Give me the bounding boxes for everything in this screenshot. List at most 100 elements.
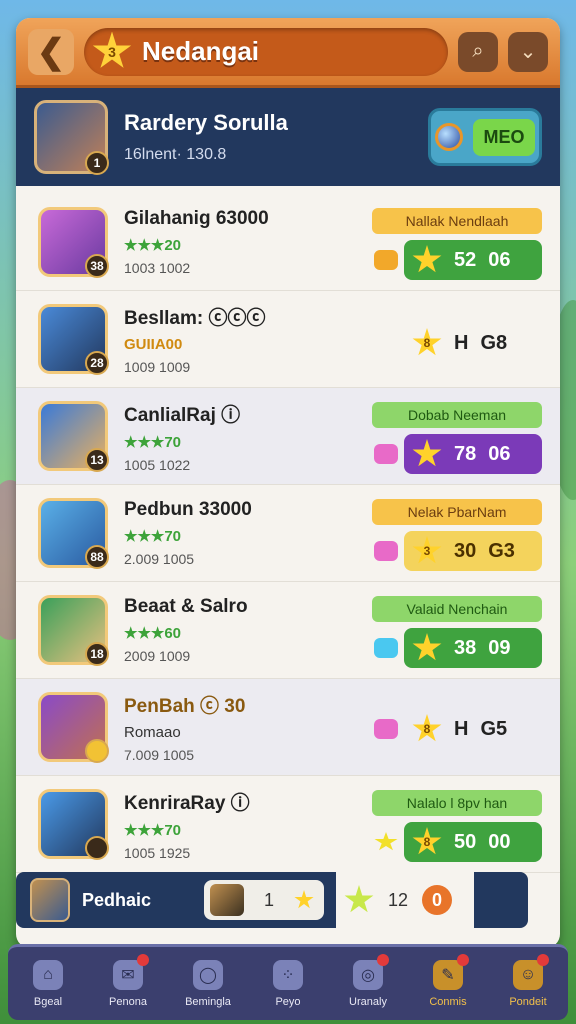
star-icon	[344, 885, 374, 913]
nav-label: Penona	[109, 995, 147, 1008]
player-name: Beaat & Salro	[124, 596, 248, 617]
level-badge	[85, 836, 109, 860]
target-icon: ◎	[353, 953, 389, 990]
avatar	[210, 884, 244, 916]
star-icon	[412, 633, 442, 661]
star-gem-icon	[374, 832, 398, 851]
player-hero-card[interactable]: 1 Rardery Sorulla 16lnent· 130.8 MEO	[16, 88, 560, 186]
stats: 1003 1002	[124, 260, 191, 276]
level-badge: 13	[85, 448, 109, 472]
player-name: Rardery Sorulla	[124, 110, 288, 135]
title-banner: 3 Nedangai	[84, 27, 448, 76]
avatar	[30, 878, 70, 922]
star-icon	[412, 245, 442, 273]
stats: 1005 1022	[124, 456, 191, 473]
list-item[interactable]: 28 Besllam: ⓒⓒⓒ GUIIA00 1009 1009 8 H G8	[16, 291, 560, 388]
gem-icon	[374, 250, 398, 270]
nav-item-home[interactable]: ⌂ Bgeal	[13, 959, 83, 1008]
list-item[interactable]: 13 CanlialRaj ⓘ ★★★70 1005 1022 Dobab Ne…	[16, 388, 560, 485]
chat-icon: ✎	[433, 953, 469, 990]
player-name: Pedhaic	[82, 889, 152, 910]
nav-item-play[interactable]: ⁘ Peyo	[253, 959, 323, 1008]
nav-label: Pondeit	[509, 995, 547, 1008]
rating: ★★★70	[124, 821, 182, 839]
current-player-row[interactable]: Pedhaic 1 12 0	[16, 872, 528, 928]
score-box: 12 0	[336, 872, 474, 928]
heart-icon	[374, 444, 398, 464]
chevron-down-icon: ⌄	[519, 41, 537, 63]
gem-icon	[374, 638, 398, 658]
star-label: 8	[423, 835, 431, 849]
avatar: 18	[38, 595, 109, 666]
stats: 2009 1009	[124, 648, 191, 664]
list-item[interactable]: KenriraRay ⓘ ★★★70 1005 1925 Nalalo l 8p…	[16, 776, 560, 873]
status-badge: Nalalo l 8pv han	[372, 790, 542, 816]
score-box: 8 H G8	[404, 323, 542, 363]
stats: 2.009 1005	[124, 551, 195, 567]
header-bar: ❮ 3 Nedangai ⌕ ⌄	[16, 18, 560, 88]
score-value: 12	[388, 889, 409, 910]
reward-button[interactable]: MEO	[428, 108, 542, 166]
dropdown-button[interactable]: ⌄	[508, 31, 548, 72]
list-item[interactable]: PenBah ⓒ 30 Romaao 7.009 1005 8 H G5	[16, 679, 560, 776]
nav-item-profile[interactable]: ☺ Pondeit	[493, 953, 563, 1008]
rating: ★★★70	[124, 433, 182, 451]
back-button[interactable]: ❮	[28, 28, 74, 75]
star-icon: 3	[412, 536, 442, 564]
star-icon: 8	[412, 827, 442, 855]
level-badge	[85, 739, 109, 763]
score-value: H	[454, 331, 469, 354]
player-name: Besllam: ⓒⓒⓒ	[124, 308, 266, 329]
nav-item-community[interactable]: ✎ Conmis	[413, 953, 483, 1008]
notification-dot	[377, 953, 389, 966]
stats: 1005 1925	[124, 844, 191, 861]
rating: Romaao	[124, 724, 181, 741]
star-label: 8	[423, 336, 431, 350]
mail-icon: ✉	[113, 953, 149, 990]
stats: 7.009 1005	[124, 747, 195, 763]
heart-icon	[374, 719, 398, 739]
score-secondary: G8	[480, 331, 508, 354]
score-value: 78	[454, 442, 477, 465]
heart-icon	[374, 541, 398, 561]
avatar: 1	[34, 100, 109, 175]
avatar: 88	[38, 498, 109, 569]
rating: ★★★20	[124, 237, 182, 254]
page-title: Nedangai	[142, 36, 260, 66]
nav-label: Conmis	[429, 995, 467, 1008]
nav-item-analytics[interactable]: ◎ Uranaly	[333, 953, 403, 1008]
score-secondary: G3	[488, 539, 515, 562]
status-badge: Nelak PbarNam	[372, 499, 542, 525]
avatar: 28	[38, 304, 109, 375]
stats: 1009 1009	[124, 359, 191, 375]
nav-item-mail[interactable]: ✉ Penona	[93, 953, 163, 1008]
search-icon: ◯	[193, 959, 223, 990]
list-item[interactable]: 38 Gilahanig 63000 ★★★20 1003 1002 Nalla…	[16, 194, 560, 291]
nav-label: Peyo	[275, 995, 301, 1008]
list-item[interactable]: 88 Pedbun 33000 ★★★70 2.009 1005 Nelak P…	[16, 485, 560, 582]
score-value: 30	[454, 539, 477, 562]
level-badge: 18	[85, 642, 109, 666]
score-box: 52 06	[404, 240, 542, 280]
notification-dot	[457, 953, 469, 966]
star-icon	[412, 439, 442, 467]
score-secondary: 09	[488, 636, 511, 659]
star-label: 3	[423, 544, 431, 558]
nav-item-search[interactable]: ◯ Bemingla	[173, 959, 243, 1008]
score-value: 38	[454, 636, 477, 659]
rank-box: 1	[204, 880, 324, 920]
star-icon: 8	[412, 714, 442, 742]
level-badge: 1	[85, 151, 109, 175]
avatar	[38, 692, 109, 763]
score-box: 8 H G5	[404, 709, 542, 749]
score-secondary: G5	[480, 717, 508, 740]
avatar	[38, 789, 109, 860]
score-value: 50	[454, 830, 477, 853]
star-icon: 3	[92, 31, 132, 68]
list-item[interactable]: 18 Beaat & Salro ★★★60 2009 1009 Valaid …	[16, 582, 560, 679]
search-button[interactable]: ⌕	[458, 31, 498, 72]
score-secondary: 06	[488, 442, 511, 465]
coin-badge: 0	[422, 885, 453, 915]
level-badge: 38	[85, 254, 109, 278]
score-box: 38 09	[404, 628, 542, 668]
